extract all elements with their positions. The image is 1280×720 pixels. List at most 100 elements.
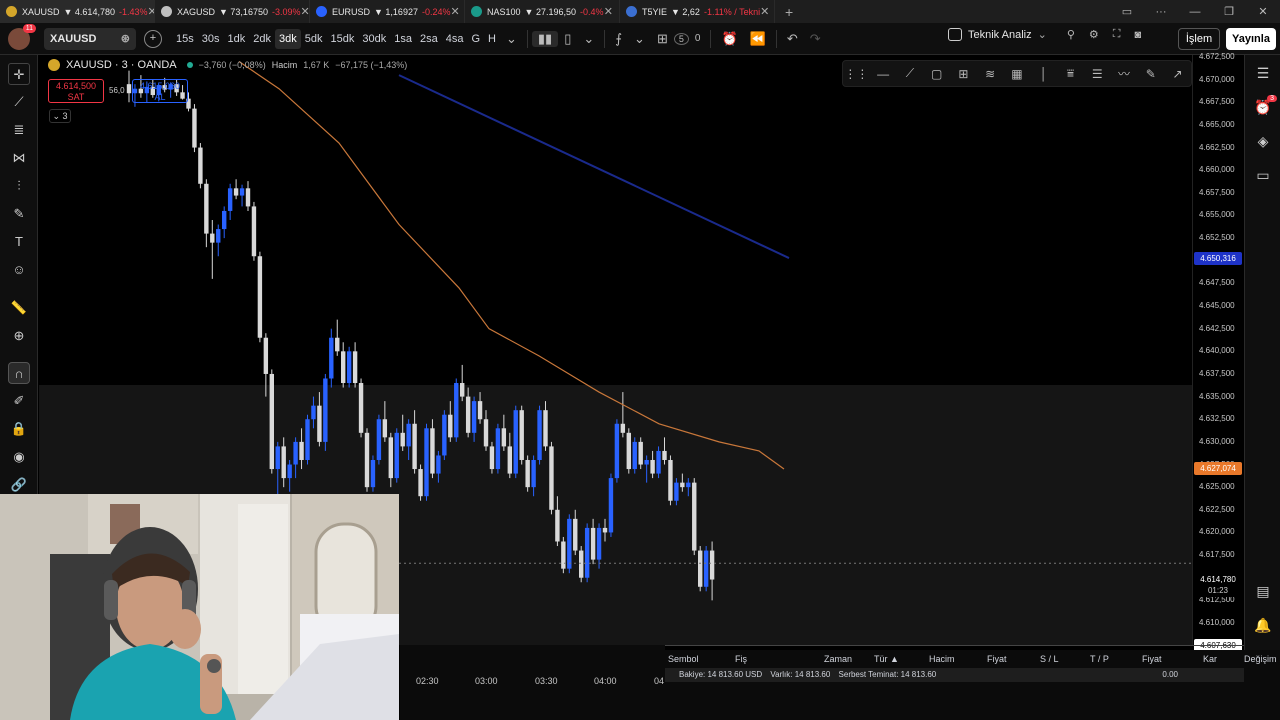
camera-icon[interactable]: ◙	[1134, 29, 1141, 41]
replay-icon[interactable]: ⏪	[744, 31, 772, 47]
close-icon[interactable]: ✕	[301, 5, 310, 18]
rectangle-icon[interactable]: ▢	[923, 67, 950, 81]
interval-item[interactable]: H	[484, 29, 500, 49]
close-icon[interactable]: ✕	[148, 5, 155, 18]
redo-icon[interactable]: ↷	[804, 31, 827, 47]
window-close-icon[interactable]: ✕	[1246, 5, 1280, 18]
fib-icon[interactable]: ≣	[8, 119, 30, 141]
crosshair-icon[interactable]: ✛	[8, 63, 30, 85]
fullscreen-icon[interactable]: ⛶	[1113, 28, 1121, 41]
trend-line[interactable]	[398, 74, 790, 259]
text-icon[interactable]: T	[8, 231, 30, 253]
column-header[interactable]: Sembol	[668, 654, 699, 664]
interval-item-selected[interactable]: 3dk	[275, 28, 301, 49]
path-icon[interactable]: 〰	[1111, 65, 1138, 82]
undo-icon[interactable]: ↶	[781, 31, 804, 47]
interval-item[interactable]: 15dk	[327, 29, 359, 49]
layout-badge[interactable]: 5	[673, 32, 689, 45]
trade-button[interactable]: İşlem	[1178, 28, 1220, 50]
more-icon[interactable]: ···	[1144, 6, 1178, 18]
search-icon[interactable]: ⚲	[1067, 28, 1075, 41]
lock-draw-icon[interactable]: ✐	[8, 390, 30, 412]
indicators-icon[interactable]: ⨍	[609, 31, 628, 47]
column-header[interactable]: Değişim	[1244, 654, 1277, 664]
drag-handle-icon[interactable]: ⋮⋮	[843, 67, 870, 81]
minimize-icon[interactable]: —	[1178, 6, 1212, 18]
symbol-search[interactable]: XAUUSD ⊛	[44, 27, 136, 50]
buy-button[interactable]: 4.615,060 AL	[132, 79, 188, 103]
tab-xagusd[interactable]: XAGUSD ▼ 73,16750 -3.09% ✕	[155, 0, 310, 23]
interval-item[interactable]: 1sa	[390, 29, 416, 49]
indicators-collapse[interactable]: ⌄ 3	[49, 109, 71, 123]
vertical-line-icon[interactable]: │	[1030, 67, 1057, 81]
fib-icon[interactable]: ≋	[977, 67, 1004, 81]
interval-item[interactable]: 2sa	[416, 29, 442, 49]
brush-icon[interactable]: ✎	[8, 203, 30, 225]
calendar-icon[interactable]: ▤	[1253, 583, 1273, 603]
close-icon[interactable]: ✕	[451, 5, 460, 18]
grid-icon[interactable]: ▦	[1004, 67, 1031, 81]
bar-style-icon[interactable]: ▯	[558, 31, 577, 47]
tab-xauusd[interactable]: XAUUSD ▼ 4.614,780 -1.43% ✕	[0, 0, 155, 23]
lock-icon[interactable]: 🔒	[8, 418, 30, 440]
pitchfork-icon[interactable]: ☰	[1084, 67, 1111, 81]
publish-button[interactable]: Yayınla	[1226, 28, 1276, 50]
column-header[interactable]: Fiş	[735, 654, 747, 664]
chevron-down-icon[interactable]: ⌄	[628, 31, 651, 47]
layouts-icon[interactable]: ⊞	[651, 31, 674, 47]
tab-nas100[interactable]: NAS100 ▼ 27.196,50 -0.4% ✕	[465, 0, 620, 23]
technical-analysis-toggle[interactable]: Teknik Analiz ⌄ ⚲ ⚙ ⛶ ◙	[948, 28, 1141, 41]
tab-eurusd[interactable]: EURUSD ▼ 1,16927 -0.24% ✕	[310, 0, 465, 23]
avatar[interactable]: 11	[8, 23, 36, 50]
interval-item[interactable]: 1dk	[224, 29, 250, 49]
bell-icon[interactable]: 🔔	[1253, 617, 1273, 637]
forecast-icon[interactable]: ⫶	[8, 175, 30, 197]
column-header[interactable]: Kar	[1203, 654, 1217, 664]
legend-title[interactable]: XAUUSD · 3 · OANDA	[66, 59, 177, 71]
price-axis[interactable]: 4.672,500 4.670,000 4.667,500 4.665,000 4.66…	[1192, 52, 1244, 652]
emoji-icon[interactable]: ☺	[8, 259, 30, 281]
column-header[interactable]: T / P	[1090, 654, 1109, 664]
chat-icon[interactable]: ▭	[1253, 167, 1273, 187]
chevron-down-icon[interactable]: ⌄	[1038, 28, 1047, 41]
gear-icon[interactable]: ⚙	[1089, 28, 1099, 41]
tab-t5yie[interactable]: T5YIE ▼ 2,62 -1.11% / Tekni ✕	[620, 0, 775, 23]
link-icon[interactable]: 🔗	[8, 474, 30, 496]
alert-icon[interactable]: ⏰	[715, 31, 743, 47]
maximize-icon[interactable]: ❐	[1212, 5, 1246, 18]
column-header[interactable]: S / L	[1040, 654, 1059, 664]
compare-icon[interactable]: ⊛	[121, 32, 130, 45]
column-header[interactable]: Fiyat	[987, 654, 1007, 664]
interval-item[interactable]: G	[467, 29, 484, 49]
zoom-icon[interactable]: ⊕	[8, 325, 30, 347]
ruler-icon[interactable]: 📏	[8, 297, 30, 319]
interval-item[interactable]: 30dk	[358, 29, 390, 49]
column-header[interactable]: Zaman	[824, 654, 852, 664]
interval-item[interactable]: 30s	[198, 29, 224, 49]
arrow-icon[interactable]: ↗	[1164, 67, 1191, 81]
column-header[interactable]: Tür ▲	[874, 654, 899, 664]
layers-icon[interactable]: ◈	[1253, 133, 1273, 153]
interval-item[interactable]: 5dk	[301, 29, 327, 49]
chevron-down-icon[interactable]: ⌄	[577, 31, 600, 47]
interval-item[interactable]: 2dk	[249, 29, 275, 49]
trend-line-icon[interactable]: ⟋	[8, 91, 30, 113]
column-header[interactable]: Hacim	[929, 654, 955, 664]
brush-icon[interactable]: ✎	[1137, 67, 1164, 81]
interval-item[interactable]: 4sa	[442, 29, 468, 49]
add-symbol-icon[interactable]: +	[144, 29, 162, 48]
candles-icon[interactable]: ▮▮	[531, 30, 559, 47]
checkbox-icon[interactable]	[948, 28, 962, 41]
eye-icon[interactable]: ◉	[8, 446, 30, 468]
sell-button[interactable]: 4.614,500 SAT	[48, 79, 104, 103]
watchlist-icon[interactable]: ☰	[1253, 65, 1273, 85]
parallel-channel-icon[interactable]: ⩸	[1057, 66, 1084, 81]
layout-icon[interactable]: ▭	[1110, 5, 1144, 18]
close-icon[interactable]: ✕	[760, 5, 769, 18]
close-icon[interactable]: ✕	[604, 5, 613, 18]
pattern-icon[interactable]: ⋈	[8, 147, 30, 169]
magnet-icon[interactable]: ∩	[8, 362, 30, 384]
chevron-down-icon[interactable]: ⌄	[500, 31, 523, 47]
new-tab-icon[interactable]: +	[785, 4, 793, 20]
horizontal-line-icon[interactable]: —	[870, 67, 897, 81]
